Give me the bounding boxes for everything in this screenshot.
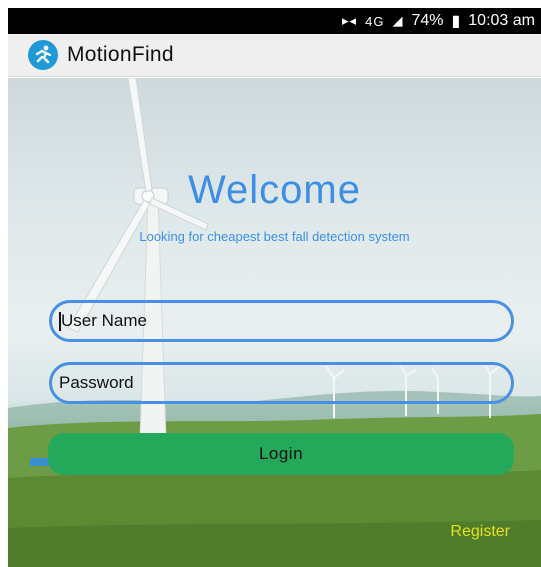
login-background: Welcome Looking for cheapest best fall d… [8,78,541,567]
password-input[interactable]: Password [49,362,514,404]
welcome-heading: Welcome [188,168,361,212]
register-link[interactable]: Register [450,523,510,541]
tagline: Looking for cheapest best fall detection… [139,229,410,244]
battery-percent: 74% [411,12,444,29]
network-type: 4G [365,13,385,29]
password-placeholder: Password [59,373,134,392]
signal-icon: ◢ [392,13,404,28]
phone-screen: ▸◂ 4G ◢ 74% ▮ 10:03 am MotionFind Welcom… [8,8,541,567]
username-placeholder: User Name [61,311,147,330]
vibrate-icon: ▸◂ [342,13,358,28]
app-title: MotionFind [67,43,174,66]
login-button[interactable]: Login [48,433,514,475]
status-bar: ▸◂ 4G ◢ 74% ▮ 10:03 am [8,8,541,34]
battery-icon: ▮ [451,13,461,30]
username-input[interactable]: User Name [49,300,514,342]
clock: 10:03 am [468,12,535,29]
running-person-icon [28,40,58,70]
app-bar: MotionFind [8,34,541,77]
login-button-label: Login [258,444,304,463]
